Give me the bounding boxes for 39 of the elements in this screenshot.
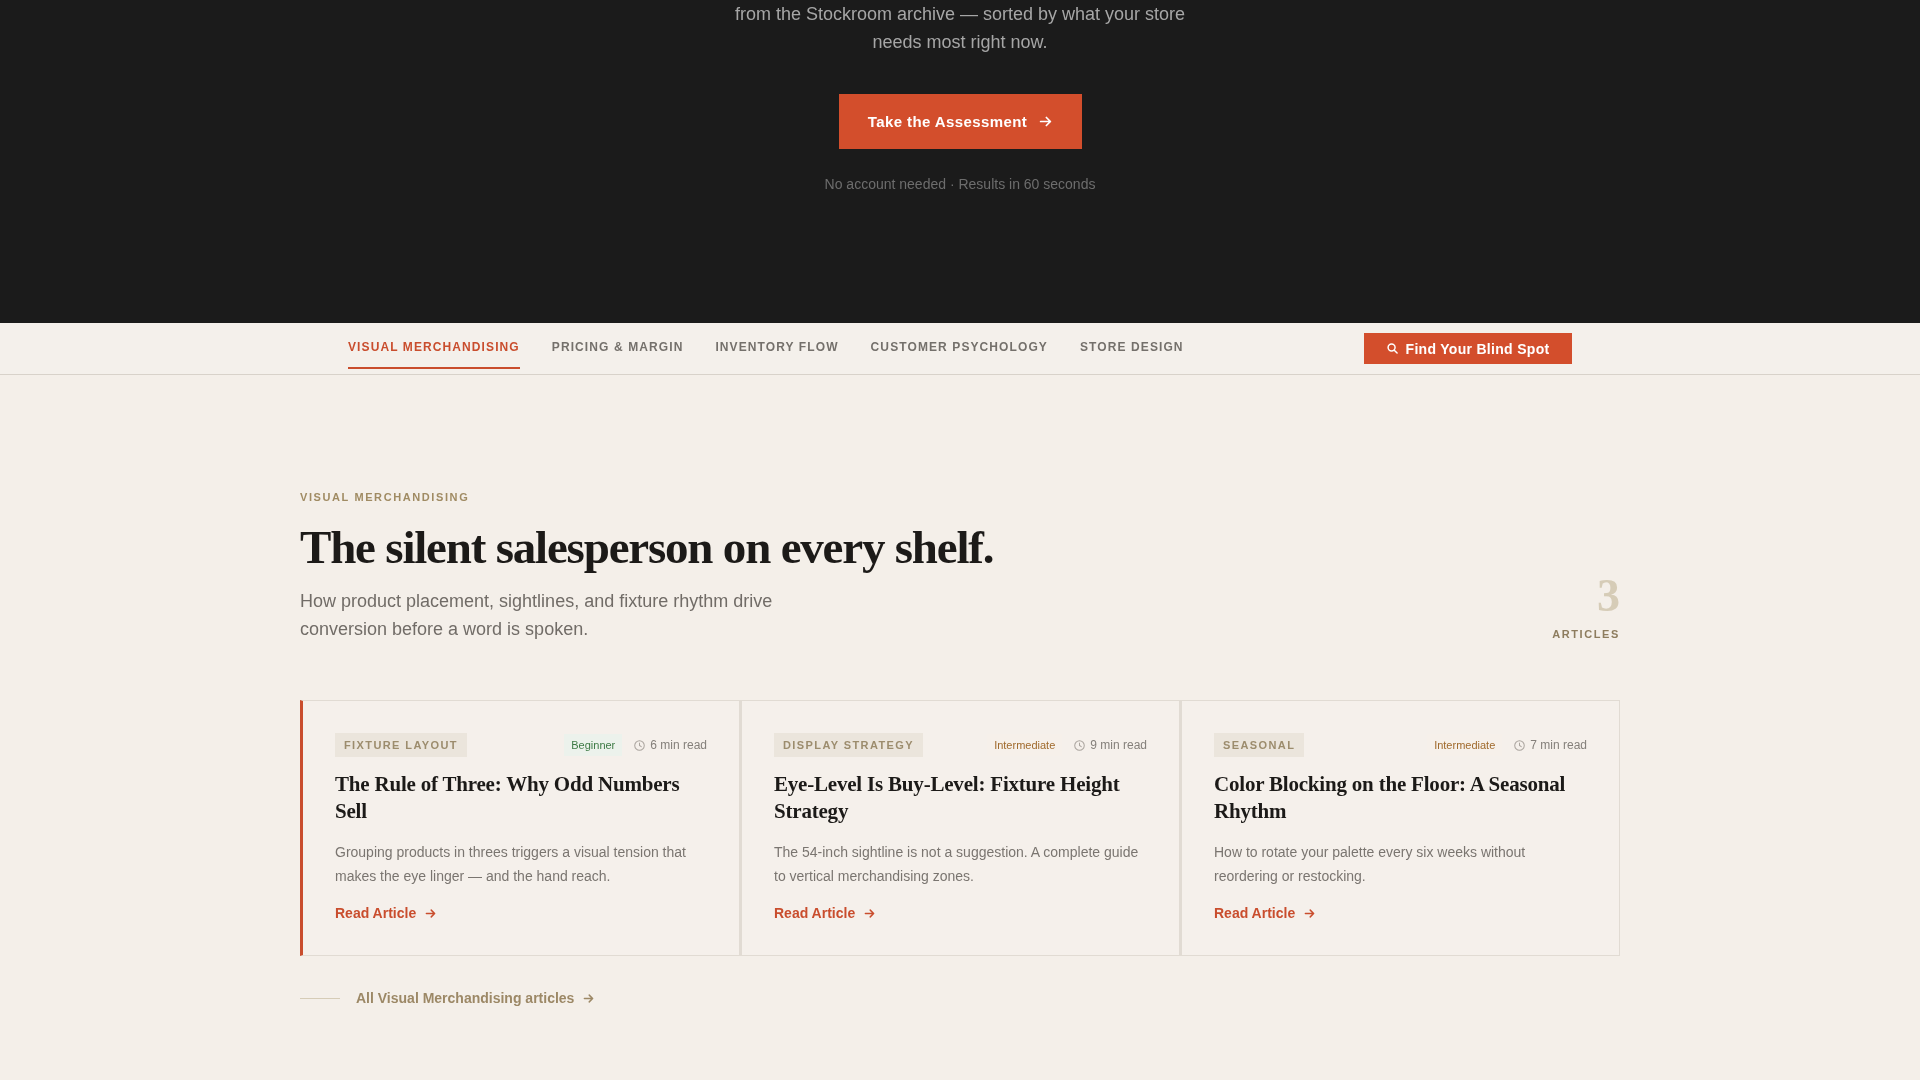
category-tag: DISPLAY STRATEGY bbox=[774, 733, 923, 757]
all-articles-link[interactable]: All Visual Merchandising articles bbox=[356, 988, 595, 1008]
hero-intro-text: from the Stockroom archive — sorted by what your store needs most right now. bbox=[733, 3, 1187, 54]
category-tab[interactable]: STORE DESIGN bbox=[1079, 323, 1184, 369]
read-time: 9 min read bbox=[1090, 738, 1147, 752]
clock-icon bbox=[1514, 739, 1526, 751]
read-time: 7 min read bbox=[1530, 738, 1587, 752]
article-title: Eye-Level Is Buy-Level: Fixture Height Strategy bbox=[774, 771, 1121, 825]
section-subtitle: How product placement, sightlines, and fixture rhythm drive conversion before a word is spoken. bbox=[300, 590, 774, 641]
hero-note: No account needed · Results in 60 seconds bbox=[824, 175, 1096, 194]
read-article-link[interactable]: Read Article bbox=[335, 903, 437, 923]
category-tab[interactable]: INVENTORY FLOW bbox=[715, 323, 839, 369]
article-summary: How to rotate your palette every six weeks without reordering or restocking. bbox=[1214, 843, 1527, 886]
clock-icon bbox=[634, 739, 646, 751]
read-article-link[interactable]: Read Article bbox=[774, 903, 876, 923]
category-tag: FIXTURE LAYOUT bbox=[335, 733, 467, 757]
difficulty-badge: Beginner bbox=[564, 734, 623, 756]
arrow-right-icon bbox=[1039, 115, 1053, 128]
find-blind-spot-button[interactable]: Find Your Blind Spot bbox=[1364, 333, 1572, 364]
article-summary: Grouping products in threes triggers a visual tension that makes the eye linger — and the hand reach. bbox=[335, 843, 687, 886]
take-assessment-button[interactable]: Take the Assessment bbox=[838, 94, 1082, 149]
category-tab[interactable]: CUSTOMER PSYCHOLOGY bbox=[870, 323, 1048, 369]
clock-icon bbox=[1074, 739, 1086, 751]
article-count-label: ARTICLES bbox=[1552, 627, 1620, 641]
arrow-right-icon bbox=[583, 992, 595, 1004]
article-title: Color Blocking on the Floor: A Seasonal Rhythm bbox=[1214, 771, 1567, 825]
section-heading: The silent salesperson on every shelf. bbox=[300, 522, 994, 572]
article-title: The Rule of Three: Why Odd Numbers Sell bbox=[335, 771, 681, 825]
category-tab[interactable]: PRICING & MARGIN bbox=[551, 323, 684, 369]
arrow-right-icon bbox=[864, 907, 876, 919]
arrow-right-icon bbox=[425, 907, 437, 919]
section-eyebrow: VISUAL MERCHANDISING bbox=[300, 490, 471, 504]
read-article-link[interactable]: Read Article bbox=[1214, 903, 1316, 923]
category-tab[interactable]: VISUAL MERCHANDISING bbox=[348, 323, 520, 369]
category-tag: SEASONAL bbox=[1214, 733, 1305, 757]
read-time: 6 min read bbox=[650, 738, 707, 752]
arrow-right-icon bbox=[1304, 907, 1316, 919]
search-icon bbox=[1386, 343, 1398, 354]
article-summary: The 54-inch sightline is not a suggestion. A complete guide to vertical merchandising zones. bbox=[774, 843, 1140, 886]
